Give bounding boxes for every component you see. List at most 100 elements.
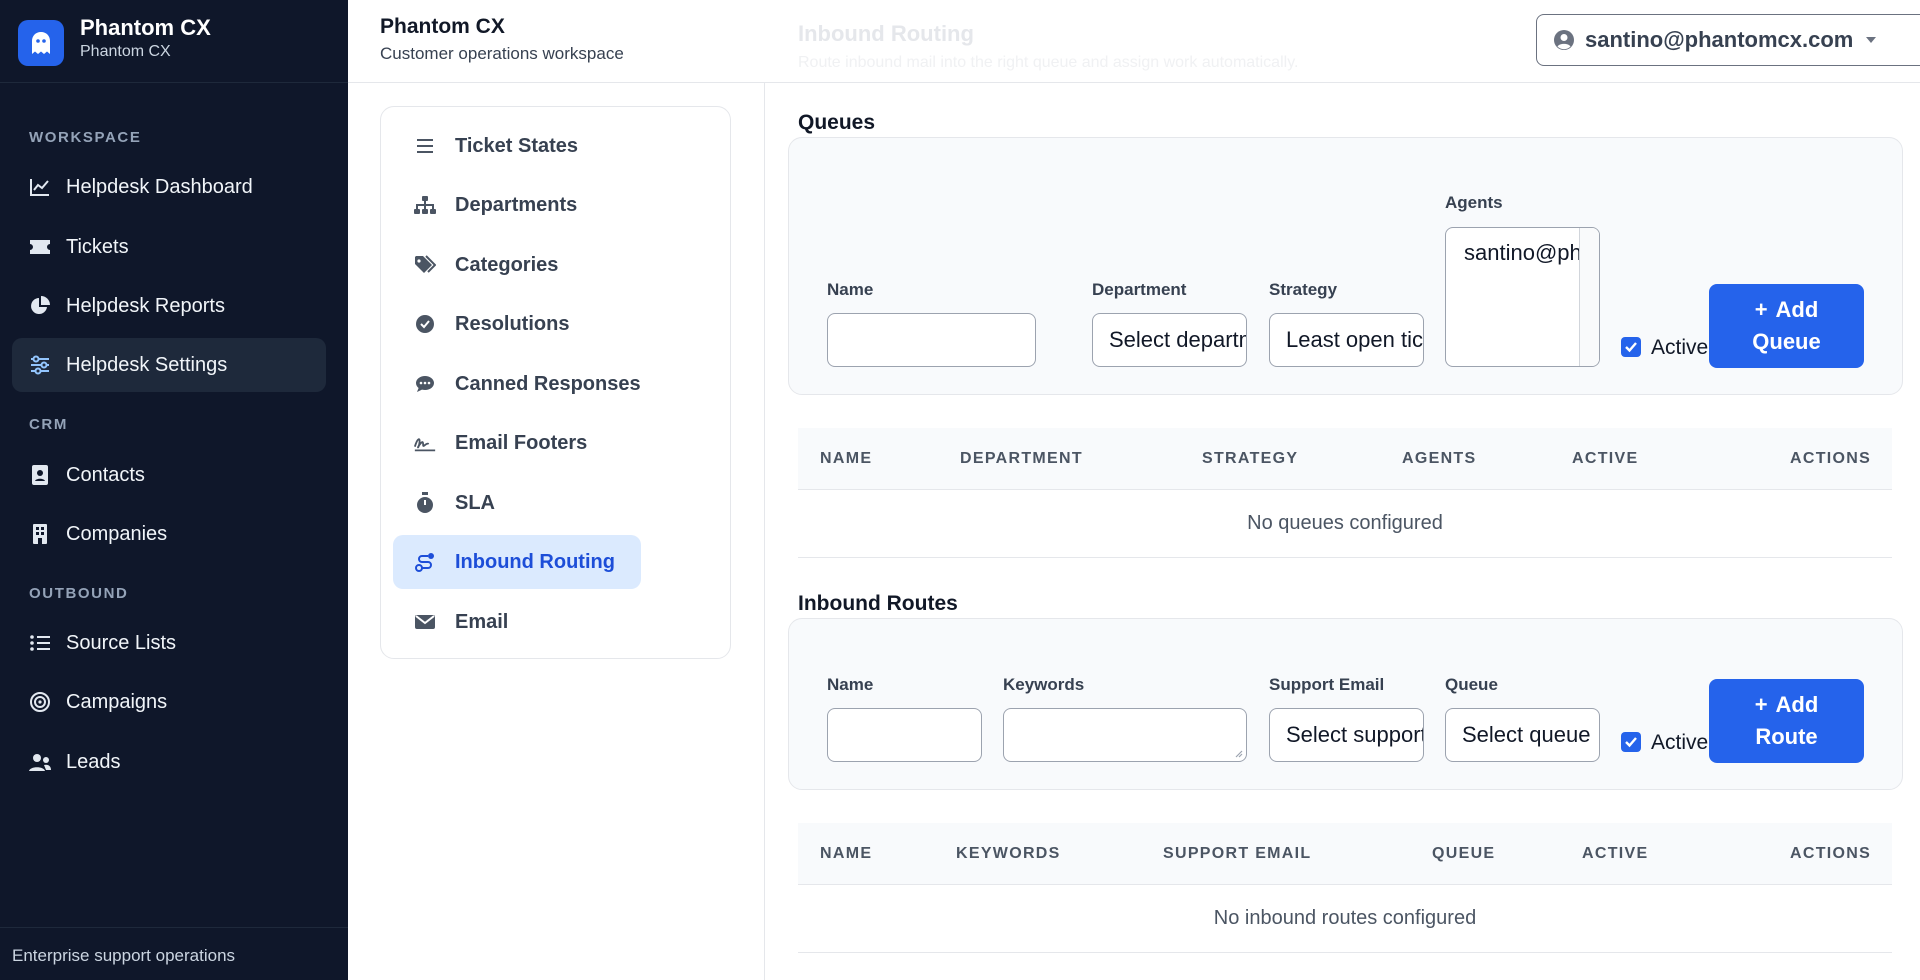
building-icon — [28, 522, 52, 546]
brand-subtitle: Phantom CX — [80, 43, 171, 60]
top-header: Phantom CX Customer operations workspace… — [348, 0, 1920, 83]
sidebar-item-leads[interactable]: Leads — [12, 735, 326, 789]
settings-item-inbound-routing[interactable]: Inbound Routing — [393, 535, 641, 589]
column-header: DEPARTMENT — [960, 450, 1083, 467]
route-keywords-label: Keywords — [1003, 675, 1085, 694]
target-icon — [28, 690, 52, 714]
settings-item-ticket-states[interactable]: Ticket States — [393, 119, 578, 173]
brand-name: Phantom CX — [80, 15, 211, 40]
route-support-email-label: Support Email — [1269, 675, 1385, 694]
section-label-workspace: WORKSPACE — [29, 129, 142, 146]
workspace-subtitle: Customer operations workspace — [380, 44, 624, 63]
sidebar-item-label: Leads — [66, 750, 121, 773]
route-form: Name Keywords Support Email Select suppo… — [788, 618, 1903, 790]
route-name-label: Name — [827, 675, 874, 694]
sidebar-item-source-lists[interactable]: Source Lists — [12, 616, 326, 670]
plus-icon: + — [1754, 297, 1768, 322]
sidebar-item-label: Tickets — [66, 235, 129, 258]
queue-department-select[interactable]: Select department — [1092, 313, 1247, 367]
add-queue-button[interactable]: + Add Queue — [1709, 284, 1864, 368]
user-menu-button[interactable]: santino@phantomcx.com — [1536, 14, 1920, 66]
settings-item-label: Departments — [455, 193, 578, 216]
page-title: Inbound Routing — [798, 21, 974, 46]
queue-agents-listbox[interactable]: santino@phantomcx.com — [1445, 227, 1600, 367]
tags-icon — [413, 253, 437, 277]
ghost-logo-icon — [18, 20, 64, 66]
sidebar-item-label: Campaigns — [66, 690, 168, 713]
settings-item-canned-responses[interactable]: Canned Responses — [393, 357, 641, 411]
column-header: ACTIVE — [1582, 845, 1649, 862]
column-header: KEYWORDS — [956, 845, 1061, 862]
queue-strategy-label: Strategy — [1269, 280, 1338, 299]
sidebar-item-label: Contacts — [66, 463, 145, 486]
address-book-icon — [28, 463, 52, 487]
sidebar-item-contacts[interactable]: Contacts — [12, 448, 326, 502]
route-active-label: Active — [1651, 731, 1709, 754]
queue-department-label: Department — [1092, 280, 1187, 299]
route-active-checkbox[interactable] — [1621, 732, 1641, 752]
resize-grip-icon[interactable] — [1233, 748, 1243, 758]
route-queue-label: Queue — [1445, 675, 1498, 694]
add-queue-button-label-2: Queue — [1752, 329, 1821, 354]
queue-active-checkbox[interactable] — [1621, 337, 1641, 357]
sidebar-item-helpdesk-reports[interactable]: Helpdesk Reports — [12, 279, 326, 333]
sidebar-item-label: Helpdesk Settings — [66, 353, 228, 376]
settings-item-resolutions[interactable]: Resolutions — [393, 297, 569, 351]
settings-item-email-footers[interactable]: Email Footers — [393, 416, 587, 470]
add-route-button-label: Add — [1775, 692, 1819, 717]
settings-item-label: Inbound Routing — [455, 550, 615, 573]
sidebar-item-companies[interactable]: Companies — [12, 507, 326, 561]
users-icon — [28, 750, 52, 774]
route-name-input[interactable] — [827, 708, 982, 762]
queue-agents-label: Agents — [1445, 193, 1503, 212]
user-email: santino@phantomcx.com — [1585, 27, 1854, 52]
queues-title: Queues — [798, 111, 876, 134]
settings-item-departments[interactable]: Departments — [393, 178, 577, 232]
queue-name-label: Name — [827, 280, 874, 299]
settings-item-sla[interactable]: SLA — [393, 476, 495, 530]
settings-item-categories[interactable]: Categories — [393, 238, 558, 292]
sidebar-item-label: Helpdesk Dashboard — [66, 175, 253, 198]
envelope-icon — [413, 610, 437, 634]
content-divider — [764, 83, 765, 980]
add-queue-button-line1: + Add — [1755, 294, 1819, 326]
route-support-email-select[interactable]: Select support email — [1269, 708, 1424, 762]
settings-item-label: Resolutions — [455, 312, 570, 335]
check-circle-icon — [413, 312, 437, 336]
queue-name-input[interactable] — [827, 313, 1036, 367]
column-header: ACTIONS — [1790, 845, 1872, 862]
column-header: ACTIVE — [1572, 450, 1639, 467]
signature-icon — [413, 431, 437, 455]
column-header: QUEUE — [1432, 845, 1496, 862]
ticket-icon — [28, 235, 52, 259]
route-keywords-textarea[interactable] — [1003, 708, 1247, 762]
settings-item-label: Canned Responses — [455, 372, 641, 395]
column-header: SUPPORT EMAIL — [1163, 845, 1312, 862]
settings-item-email[interactable]: Email — [393, 595, 508, 649]
sidebar-item-helpdesk-settings[interactable]: Helpdesk Settings — [12, 338, 326, 392]
column-header: STRATEGY — [1202, 450, 1299, 467]
column-header: ACTIONS — [1790, 450, 1872, 467]
sidebar-footer: Enterprise support operations — [0, 927, 348, 980]
route-queue-select[interactable]: Select queue — [1445, 708, 1600, 762]
sliders-icon — [28, 353, 52, 377]
sidebar: Phantom CX Phantom CX WORKSPACE Helpdesk… — [0, 0, 348, 980]
stopwatch-icon — [413, 491, 437, 515]
listbox-scrollbar[interactable] — [1579, 228, 1599, 366]
add-queue-button-label: Add — [1775, 297, 1819, 322]
queue-strategy-select[interactable]: Least open tickets — [1269, 313, 1424, 367]
queues-table-header: NAME DEPARTMENT STRATEGY AGENTS ACTIVE A… — [798, 428, 1892, 490]
sidebar-item-tickets[interactable]: Tickets — [12, 220, 326, 274]
sitemap-icon — [413, 193, 437, 217]
routes-empty-state: No inbound routes configured — [798, 885, 1892, 953]
page-subtitle: Route inbound mail into the right queue … — [798, 54, 1299, 71]
add-route-button[interactable]: + Add Route — [1709, 679, 1864, 763]
settings-item-label: Email Footers — [455, 431, 588, 454]
sidebar-item-campaigns[interactable]: Campaigns — [12, 675, 326, 729]
add-route-button-line1: + Add — [1755, 689, 1819, 721]
column-header: AGENTS — [1402, 450, 1477, 467]
column-header: NAME — [820, 845, 873, 862]
sidebar-item-helpdesk-dashboard[interactable]: Helpdesk Dashboard — [12, 160, 326, 214]
sidebar-item-label: Companies — [66, 522, 168, 545]
section-label-crm: CRM — [29, 416, 68, 433]
